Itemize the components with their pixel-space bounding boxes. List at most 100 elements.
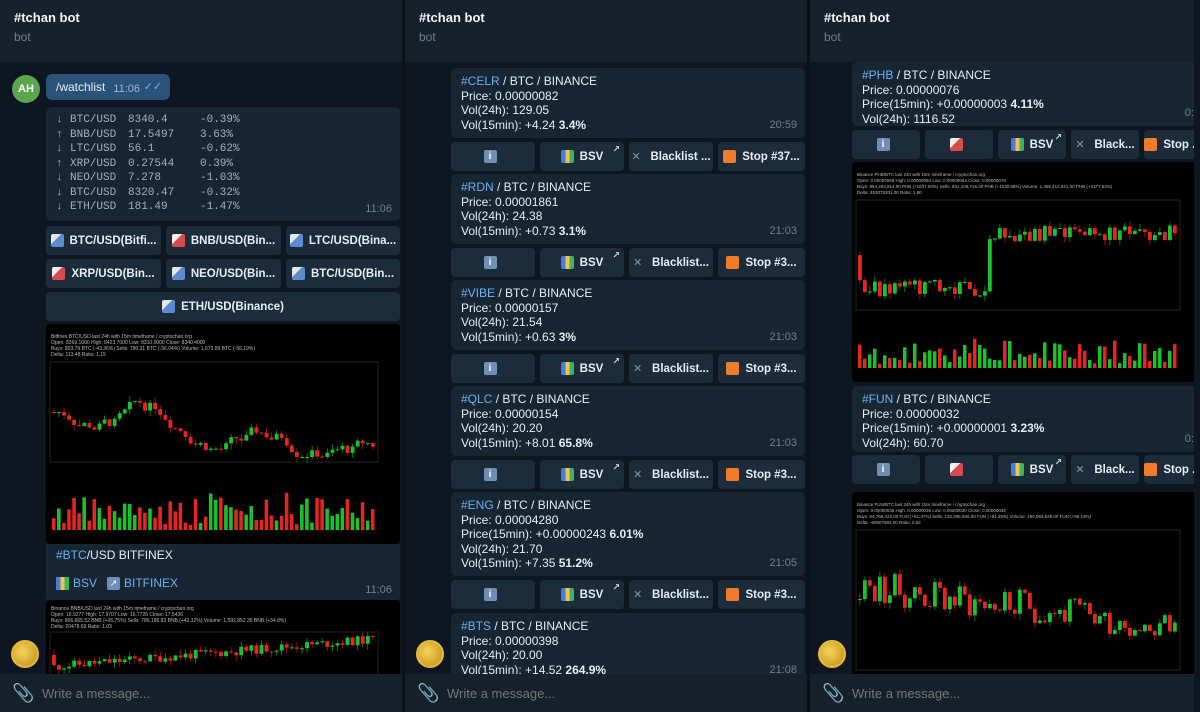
bsv-button[interactable]: BSV ↗ [540, 248, 624, 277]
hashtag-link[interactable]: #BTC [56, 548, 87, 562]
bot-avatar[interactable] [11, 640, 39, 668]
change-label: Price(15min): +0.00000003 [862, 97, 1011, 111]
bsv-button[interactable]: BSV ↗ [540, 354, 624, 383]
hashtag-link[interactable]: #FUN [862, 392, 893, 406]
stop-button[interactable]: Stop #3... [718, 580, 805, 609]
volume-bar [963, 345, 967, 368]
stop-button[interactable]: Stop #3... [718, 248, 805, 277]
volume-bar [1103, 346, 1107, 368]
button-label: Black... [1094, 463, 1135, 476]
blacklist-button[interactable]: ✕ Blacklist... [629, 580, 713, 609]
candlestick-chart-image[interactable]: Bitfinex BTC/USD last 24h with 15m timef… [46, 324, 400, 544]
candlestick-chart-image[interactable]: Binance PHB/BTC last 24h with 15m timefr… [852, 162, 1194, 382]
volume-bar [117, 517, 122, 530]
chart-button[interactable] [925, 130, 993, 159]
hashtag-link[interactable]: #PHB [862, 68, 893, 82]
bot-avatar[interactable] [416, 640, 444, 668]
bsv-button[interactable]: BSV ↗ [540, 580, 624, 609]
info-button[interactable]: i [451, 142, 535, 171]
paperclip-icon[interactable]: 📎 [12, 684, 34, 702]
message-time: 21:08 [769, 663, 797, 675]
blacklist-button[interactable]: ✕ Black... [1071, 130, 1139, 159]
volume-bar [158, 506, 162, 530]
volume-bar [893, 357, 897, 368]
price-text: Price: 0.00000076 [862, 82, 960, 97]
stop-button[interactable]: Stop ... [1144, 455, 1194, 484]
chat-subtitle: bot [14, 30, 31, 44]
info-button[interactable]: i [451, 460, 535, 489]
volume-bar [315, 497, 319, 530]
chat-header[interactable]: #tchan bot bot [405, 0, 807, 62]
bsv-button[interactable]: BSV ↗ [540, 460, 624, 489]
price-text: Price: 0.00000154 [461, 406, 559, 421]
button-label: BSV [579, 362, 604, 375]
stop-button[interactable]: Stop ... [1144, 130, 1194, 159]
hashtag-link[interactable]: #CELR [461, 74, 500, 88]
blacklist-button[interactable]: ✕ Blacklist ... [629, 142, 713, 171]
message-input[interactable] [852, 685, 1028, 701]
chart-button-xrp-binance[interactable]: XRP/USD(Bin... [46, 259, 161, 288]
message-feed[interactable]: AH /watchlist 11:06 ✓✓ ↓ BTC/USD 8340.4 -0.… [0, 62, 402, 674]
chart-volume: Buys: 64,798,023.00 FUN (+81.37%) Sells:… [857, 514, 1092, 519]
bot-avatar[interactable] [818, 640, 846, 668]
info-button[interactable]: i [852, 455, 920, 484]
message-feed[interactable]: #PHB / BTC / BINANCE Price: 0.00000076 P… [810, 62, 1194, 674]
blacklist-button[interactable]: ✕ Blacklist... [629, 460, 713, 489]
volume-bar [1018, 353, 1022, 368]
chart-button-bnb-binance[interactable]: BNB/USD(Bin... [166, 226, 281, 255]
message-feed[interactable]: #CELR / BTC / BINANCE Price: 0.00000082 Vo… [405, 62, 807, 674]
watch-pct: -0.62% [200, 143, 240, 155]
user-avatar[interactable]: AH [12, 75, 40, 103]
candlestick-chart-image[interactable]: Binance BNB/USD last 24h with 15m timefr… [46, 600, 400, 674]
hashtag-link[interactable]: #VIBE [461, 286, 495, 300]
info-button[interactable]: i [451, 580, 535, 609]
stop-button[interactable]: Stop #3... [718, 460, 805, 489]
hashtag-link[interactable]: #RDN [461, 180, 494, 194]
watch-arrow: ↓ [56, 201, 63, 213]
stop-button[interactable]: Stop #37... [718, 142, 805, 171]
hashtag-link[interactable]: #QLC [461, 392, 492, 406]
button-label: BSV [1029, 463, 1054, 476]
info-button[interactable]: i [852, 130, 920, 159]
volume-bar [998, 360, 1002, 368]
volume-bar [320, 499, 324, 530]
chart-button-eth-binance[interactable]: ETH/USD(Binance) [46, 292, 400, 321]
bsv-button[interactable]: BSV ↗ [540, 142, 624, 171]
paperclip-icon[interactable]: 📎 [822, 684, 844, 702]
volume-bar [300, 504, 304, 530]
chart-button-ltc-binance[interactable]: LTC/USD(Bina... [286, 226, 400, 255]
message-input[interactable] [42, 685, 218, 701]
chart-caption: #BTC/USD BITFINEX BSV ↗ BITFINEX 11:06 [46, 544, 400, 602]
candlestick-chart-image[interactable]: Binance FUN/BTC last 24h with 15m timefr… [852, 492, 1194, 674]
hashtag-link[interactable]: #BTS [461, 619, 491, 633]
paperclip-icon[interactable]: 📎 [417, 684, 439, 702]
hashtag-link[interactable]: #ENG [461, 498, 494, 512]
bsv-button[interactable]: BSV ↗ [998, 455, 1066, 484]
watch-price: 8340.4 [128, 114, 168, 126]
button-label: BNB/USD(Bin... [190, 234, 276, 247]
message-input[interactable] [447, 685, 623, 701]
watch-pair: BTC/USD [70, 186, 117, 199]
stop-button[interactable]: Stop #3... [718, 354, 805, 383]
info-button[interactable]: i [451, 354, 535, 383]
bsv-button[interactable]: BSV ↗ [998, 130, 1066, 159]
exchange-link[interactable]: BITFINEX [124, 576, 178, 590]
volume-bar [279, 515, 284, 530]
info-button[interactable]: i [451, 248, 535, 277]
chat-header[interactable]: #tchan bot bot [0, 0, 402, 62]
button-label: ETH/USD(Binance) [181, 300, 284, 313]
chart-button[interactable] [925, 455, 993, 484]
bsv-link[interactable]: BSV [73, 576, 97, 590]
chart-down-icon [171, 267, 185, 280]
price-change-text: Price(15min): +0.00000001 3.23% [862, 421, 1192, 436]
volume-bar [1078, 344, 1082, 368]
chat-header[interactable]: #tchan bot bot [810, 0, 1194, 62]
chart-button-btc-bitfinex[interactable]: BTC/USD(Bitfi... [46, 226, 161, 255]
watch-pct: -1.47% [200, 201, 240, 213]
chart-button-neo-binance[interactable]: NEO/USD(Bin... [166, 259, 281, 288]
chart-delta: Delta: -60507583.00 Ratio: 0.52 [857, 520, 921, 525]
blacklist-button[interactable]: ✕ Black... [1071, 455, 1139, 484]
blacklist-button[interactable]: ✕ Blacklist... [629, 248, 713, 277]
blacklist-button[interactable]: ✕ Blacklist... [629, 354, 713, 383]
chart-button-btc-binance[interactable]: BTC/USD(Bin... [286, 259, 400, 288]
